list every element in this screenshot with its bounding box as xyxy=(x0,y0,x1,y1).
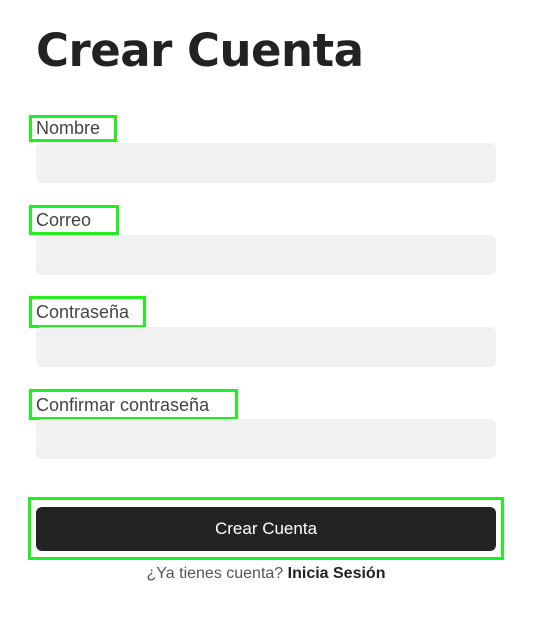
name-input[interactable] xyxy=(36,143,496,183)
confirm-password-label: Confirmar contraseña xyxy=(36,395,210,415)
email-label: Correo xyxy=(36,210,92,230)
create-account-button[interactable]: Crear Cuenta xyxy=(36,507,496,551)
password-label: Contraseña xyxy=(36,302,130,322)
password-input[interactable] xyxy=(36,327,496,367)
confirm-password-input[interactable] xyxy=(36,419,496,459)
login-prompt: ¿Ya tienes cuenta? Inicia Sesión xyxy=(0,565,532,583)
page-title: Crear Cuenta xyxy=(36,24,364,77)
login-prompt-text: ¿Ya tienes cuenta? xyxy=(146,565,284,582)
name-label: Nombre xyxy=(36,118,101,138)
login-link[interactable]: Inicia Sesión xyxy=(288,565,386,582)
email-input[interactable] xyxy=(36,235,496,275)
